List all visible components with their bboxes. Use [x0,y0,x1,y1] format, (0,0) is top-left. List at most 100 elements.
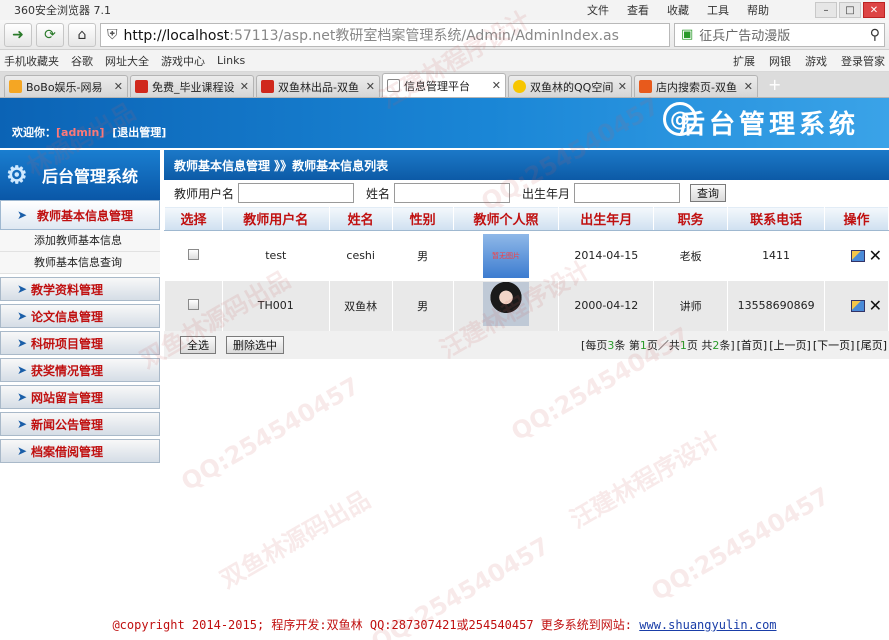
back-arrow-icon[interactable]: ➜ [4,22,32,47]
menu-tools[interactable]: 工具 [707,2,729,18]
page-footer: @copyright 2014-2015; 程序开发:双鱼林 QQ:287307… [0,616,889,633]
url-text: http://localhost:57113/asp.net教研室档案管理系统/… [123,27,619,44]
sidebar-sub-query-teacher[interactable]: 教师基本信息查询 [0,252,160,274]
cell-gender: 男 [392,230,454,281]
home-icon[interactable]: ⌂ [68,22,96,47]
sidebar-logo: ⚙ 后台管理系统 [0,150,160,200]
sidebar-item-awards[interactable]: ➤ 获奖情况管理 [0,358,160,382]
pager-info: [每页3条 第1页／共1页 共2条] [581,338,735,352]
sidebar-item-messages[interactable]: ➤ 网站留言管理 [0,385,160,409]
menu-arrow-icon: ➤ [17,336,28,350]
teacher-photo: 暂无图片 [482,233,529,278]
tab-favicon-icon [135,80,148,93]
sidebar-sub-add-teacher[interactable]: 添加教师基本信息 [0,230,160,252]
close-icon[interactable]: ✕ [863,2,885,18]
new-tab-icon[interactable]: + [768,75,781,94]
menu-arrow-icon: ➤ [17,363,28,377]
tab-course[interactable]: 免费_毕业课程设 ✕ [130,75,254,97]
delete-icon[interactable]: ✕ [869,246,882,265]
watermark: QQ:254540457 [176,371,365,497]
current-user: [admin] [56,126,105,139]
query-button[interactable]: 查询 [690,184,727,202]
tab-info-platform[interactable]: 信息管理平台 ✕ [382,73,506,97]
teacher-photo [482,282,529,326]
table-row: TH001 双鱼林 男 2000-04-12 讲师 13558690869 ✕ [164,280,889,331]
col-gender: 性别 [391,206,454,231]
col-birth: 出生年月 [558,206,655,231]
main-content: 教师基本信息管理 》》教师基本信息列表 教师用户名 姓名 出生年月 查询 选择 … [164,150,889,359]
menu-arrow-icon: ➤ [17,208,28,222]
edit-icon[interactable] [850,299,865,312]
search-input[interactable]: 征兵广告动漫版 [699,25,790,44]
fav-mobile[interactable]: 手机收藏夹 [4,53,59,69]
browser-menubar: 文件 查看 收藏 工具 帮助 [587,2,769,18]
tab-close-icon[interactable]: ✕ [618,80,627,93]
birth-label: 出生年月 [522,186,571,201]
watermark: 汪建林程序设计 [565,425,725,534]
tab-bobo[interactable]: BoBo娱乐-网易 ✕ [4,75,128,97]
tab-shop-search[interactable]: 店内搜索页-双鱼 ✕ [634,75,758,97]
username-input[interactable] [238,183,355,203]
sidebar-item-research[interactable]: ➤ 科研项目管理 [0,331,160,355]
app-header: 欢迎你：[admin] [退出管理] @ 后台管理系统 [0,98,889,148]
next-page-link[interactable]: [下一页] [813,337,855,353]
table-row: test ceshi 男 暂无图片 2014-04-15 老板 1411 ✕ [164,230,889,281]
tab-qq-space[interactable]: 双鱼林的QQ空间 ✕ [508,75,632,97]
last-page-link[interactable]: [尾页] [856,337,887,353]
cell-name: 双鱼林 [329,280,393,331]
refresh-icon[interactable]: ⟳ [36,22,64,47]
browser-navbar: ➜ ⟳ ⌂ ⛨ http://localhost:57113/asp.net教研… [0,20,889,50]
username-label: 教师用户名 [174,186,235,201]
search-icon[interactable]: ⚲ [870,27,880,43]
tab-shuangyulin[interactable]: 双鱼林出品-双鱼 ✕ [256,75,380,97]
sidebar-item-news[interactable]: ➤ 新闻公告管理 [0,412,160,436]
menu-help[interactable]: 帮助 [747,2,769,18]
prev-page-link[interactable]: [上一页] [769,337,811,353]
sidebar-item-paper[interactable]: ➤ 论文信息管理 [0,304,160,328]
select-all-button[interactable]: 全选 [180,335,216,354]
tab-close-icon[interactable]: ✕ [240,80,249,93]
delete-icon[interactable]: ✕ [869,296,882,315]
maximize-icon[interactable]: □ [839,2,861,18]
row-checkbox[interactable] [187,248,199,260]
tab-close-icon[interactable]: ✕ [492,79,501,92]
sidebar-item-teaching-material[interactable]: ➤ 教学资料管理 [0,277,160,301]
logout-link[interactable]: [退出管理] [112,126,166,139]
search-engine-icon[interactable]: ▣ [681,27,693,42]
menu-favorites[interactable]: 收藏 [667,2,689,18]
delete-selected-button[interactable]: 删除选中 [226,335,284,354]
cell-birth: 2014-04-15 [558,230,655,281]
games-button[interactable]: 游戏 [805,53,827,69]
teacher-table: 选择 教师用户名 姓名 性别 教师个人照 出生年月 职务 联系电话 操作 tes… [164,206,889,331]
address-bar[interactable]: ⛨ http://localhost:57113/asp.net教研室档案管理系… [100,22,670,47]
cell-phone: 1411 [727,230,826,281]
edit-icon[interactable] [850,249,865,262]
tab-close-icon[interactable]: ✕ [366,80,375,93]
copyright-text: @copyright 2014-2015; 程序开发:双鱼林 QQ:287307… [112,618,633,632]
fav-links[interactable]: Links [217,54,245,67]
sidebar-item-archive[interactable]: ➤ 档案借阅管理 [0,439,160,463]
favorites-bar: 手机收藏夹 谷歌 网址大全 游戏中心 Links 扩展 网银 游戏 登录管家 [0,50,889,72]
birth-input[interactable] [574,183,681,203]
menu-arrow-icon: ➤ [17,444,28,458]
fav-games[interactable]: 游戏中心 [161,53,205,69]
watermark: QQ:254540457 [646,481,835,607]
banking-button[interactable]: 网银 [769,53,791,69]
row-checkbox[interactable] [187,298,199,310]
menu-file[interactable]: 文件 [587,2,609,18]
extensions-button[interactable]: 扩展 [733,53,755,69]
name-input[interactable] [394,183,511,203]
tab-close-icon[interactable]: ✕ [114,80,123,93]
login-manager-button[interactable]: 登录管家 [841,53,885,69]
tab-close-icon[interactable]: ✕ [744,80,753,93]
minimize-icon[interactable]: – [815,2,837,18]
first-page-link[interactable]: [首页] [737,337,768,353]
col-phone: 联系电话 [727,206,826,231]
website-link[interactable]: www.shuangyulin.com [639,618,776,632]
fav-hao[interactable]: 网址大全 [105,53,149,69]
menu-view[interactable]: 查看 [627,2,649,18]
tab-favicon-icon [9,80,22,93]
fav-google[interactable]: 谷歌 [71,53,93,69]
search-box[interactable]: ▣ 征兵广告动漫版 ⚲ [674,22,885,47]
sidebar-item-teacher-info[interactable]: ➤ 教师基本信息管理 [0,200,160,230]
